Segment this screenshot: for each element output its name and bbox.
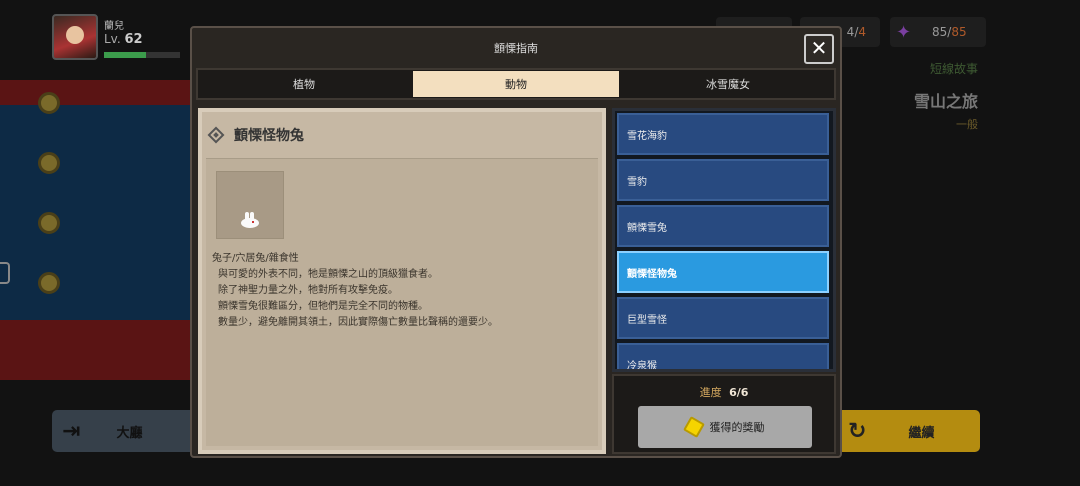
entry-description: 兔子/穴居兔/雜食性 與可愛的外表不同，牠是顫慄之山的頂級獵食者。 除了神聖力量… xyxy=(212,251,590,331)
list-item[interactable]: 顫慄雪兔 xyxy=(617,205,829,247)
description-line: 兔子/穴居兔/雜食性 xyxy=(212,253,299,264)
level-number: 62 xyxy=(124,32,143,47)
lobby-button[interactable]: ⇥ 大廳 xyxy=(52,410,202,452)
energy-current: 4 xyxy=(846,25,855,39)
rewards-label: 獲得的獎勵 xyxy=(709,421,765,434)
story-difficulty: 一般 xyxy=(956,118,978,131)
entry-header: 顫慄怪物兔 xyxy=(202,112,602,158)
xp-bar-fill xyxy=(104,52,146,58)
level-prefix: Lv. xyxy=(104,32,121,46)
lobby-label: 大廳 xyxy=(116,425,143,441)
map-node[interactable] xyxy=(38,92,60,114)
continue-button[interactable]: ↻ 繼續 xyxy=(836,410,980,452)
entry-thumbnail xyxy=(216,171,284,239)
player-level: Lv. 62 xyxy=(104,32,143,47)
modal-title: 顫慄指南 xyxy=(494,42,538,55)
progress-label: 進度 xyxy=(699,386,722,399)
description-line: 數量少，避免離開其領土，因此實際傷亡數量比聲稱的還要少。 xyxy=(218,317,498,328)
entry-detail-panel: 顫慄怪物兔 兔子/穴居兔/雜食性 與可愛的外表不同，牠是顫慄之山的頂級獵食者。 … xyxy=(198,108,606,454)
close-button[interactable]: ✕ xyxy=(804,34,834,64)
rabbit-icon xyxy=(239,212,261,228)
list-item[interactable]: 雪豹 xyxy=(617,159,829,201)
story-type: 短線故事 xyxy=(929,62,978,76)
gem-max: 85 xyxy=(951,25,967,39)
description-line: 除了神聖力量之外，牠對所有攻擊免疫。 xyxy=(218,285,398,296)
gem-counter[interactable]: ✦ 85/85 xyxy=(890,17,986,47)
xp-bar xyxy=(104,52,180,58)
map-node[interactable] xyxy=(38,212,60,234)
puzzle-piece-icon: ✦ xyxy=(896,22,912,43)
progress-text: 進度 6/6 xyxy=(614,384,834,400)
exit-icon: ⇥ xyxy=(62,418,81,444)
avatar[interactable] xyxy=(52,14,98,60)
list-item[interactable]: 冷泉猴 xyxy=(617,343,829,369)
continue-label: 繼續 xyxy=(908,425,935,441)
player-info[interactable]: 蘭兒 Lv. 62 xyxy=(52,14,182,62)
description-line: 顫慄雪兔很難區分，但牠們是完全不同的物種。 xyxy=(218,301,428,312)
map-node[interactable] xyxy=(38,272,60,294)
rewards-button[interactable]: 獲得的獎勵 xyxy=(638,406,812,448)
list-item[interactable]: 巨型雪怪 xyxy=(617,297,829,339)
entry-body: 兔子/穴居兔/雜食性 與可愛的外表不同，牠是顫慄之山的頂級獵食者。 除了神聖力量… xyxy=(206,158,598,446)
map-node[interactable] xyxy=(38,152,60,174)
tab-ice-witch[interactable]: 冰雪魔女 xyxy=(625,71,831,97)
progress-panel: 進度 6/6 獲得的獎勵 xyxy=(612,374,836,454)
reward-cube-icon xyxy=(682,416,705,438)
map-water xyxy=(0,105,200,320)
story-title: 雪山之旅 xyxy=(913,92,978,111)
list-item[interactable]: 雪花海豹 xyxy=(617,113,829,155)
tab-animals[interactable]: 動物 xyxy=(413,71,619,97)
progress-value: 6/6 xyxy=(729,386,749,399)
side-tab-handle[interactable] xyxy=(0,262,10,284)
tab-plants[interactable]: 植物 xyxy=(201,71,407,97)
diamond-icon xyxy=(207,126,225,144)
energy-max: 4 xyxy=(858,25,866,39)
list-item[interactable]: 顫慄怪物兔 xyxy=(617,251,829,293)
entry-name: 顫慄怪物兔 xyxy=(234,128,304,144)
guide-modal: 顫慄指南 ✕ 植物 動物 冰雪魔女 顫慄怪物兔 兔子/穴居兔/雜食性 與可愛的外… xyxy=(190,26,842,458)
refresh-icon: ↻ xyxy=(848,418,867,444)
description-line: 與可愛的外表不同，牠是顫慄之山的頂級獵食者。 xyxy=(218,269,438,280)
gem-current: 85 xyxy=(932,25,948,39)
player-name: 蘭兒 xyxy=(104,21,124,32)
category-tabs: 植物 動物 冰雪魔女 xyxy=(196,68,836,100)
stage-map xyxy=(0,80,200,380)
entry-list[interactable]: 雪花海豹 雪豹 顫慄雪兔 顫慄怪物兔 巨型雪怪 冷泉猴 xyxy=(612,108,836,372)
